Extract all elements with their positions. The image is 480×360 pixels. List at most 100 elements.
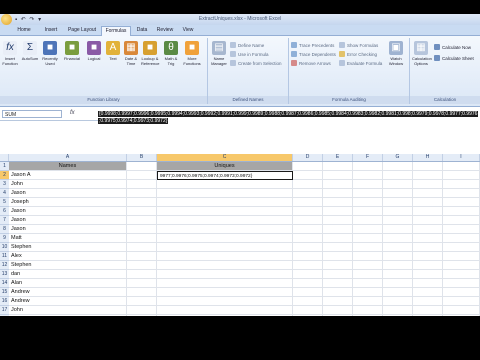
grid-cell[interactable] — [157, 279, 293, 288]
name-cell[interactable]: Stephen — [9, 261, 127, 270]
grid-cell[interactable] — [127, 234, 157, 243]
grid-cell[interactable] — [293, 162, 323, 171]
column-header-b[interactable]: B — [127, 154, 157, 161]
tab-page-layout[interactable]: Page Layout — [66, 26, 98, 35]
grid-cell[interactable] — [293, 261, 323, 270]
grid-cell[interactable] — [443, 315, 480, 316]
grid-cell[interactable] — [157, 234, 293, 243]
grid-cell[interactable] — [413, 162, 443, 171]
grid-cell[interactable] — [353, 288, 383, 297]
grid-cell[interactable] — [127, 252, 157, 261]
grid-cell[interactable] — [127, 189, 157, 198]
tab-data[interactable]: Data — [133, 26, 151, 35]
grid-cell[interactable] — [383, 288, 413, 297]
grid-cell[interactable] — [413, 171, 443, 180]
name-cell[interactable]: Jason — [9, 216, 127, 225]
row-header[interactable]: 6 — [0, 207, 9, 216]
grid-cell[interactable] — [383, 162, 413, 171]
grid-cell[interactable] — [383, 252, 413, 261]
name-cell[interactable]: Andrew — [9, 297, 127, 306]
grid-cell[interactable] — [413, 288, 443, 297]
grid-cell[interactable] — [323, 270, 353, 279]
row-header[interactable]: 18 — [0, 315, 9, 316]
select-all-corner[interactable] — [0, 154, 9, 161]
grid-cell[interactable] — [413, 216, 443, 225]
grid-cell[interactable] — [293, 306, 323, 315]
name-cell[interactable]: Stephen — [9, 243, 127, 252]
grid-cell[interactable] — [443, 243, 480, 252]
grid-cell[interactable] — [157, 270, 293, 279]
tab-review[interactable]: Review — [154, 26, 176, 35]
row-header[interactable]: 4 — [0, 189, 9, 198]
column-header-c[interactable]: C — [157, 154, 293, 161]
grid-cell[interactable] — [323, 315, 353, 316]
row-header[interactable]: 7 — [0, 216, 9, 225]
row-header[interactable]: 1 — [0, 162, 9, 171]
name-cell[interactable]: Jason A — [9, 171, 127, 180]
tab-home[interactable]: Home — [14, 26, 34, 35]
grid-cell[interactable] — [127, 270, 157, 279]
active-cell-c2[interactable]: 9977;0.9976;0.9975;0.9974;0.9973;0.9972} — [157, 171, 293, 180]
grid-cell[interactable] — [413, 315, 443, 316]
tab-formulas[interactable]: Formulas — [101, 26, 131, 36]
grid-cell[interactable] — [383, 216, 413, 225]
grid-cell[interactable] — [443, 252, 480, 261]
grid-cell[interactable] — [413, 189, 443, 198]
grid-cell[interactable] — [443, 297, 480, 306]
grid-cell[interactable] — [127, 288, 157, 297]
grid-cell[interactable] — [293, 252, 323, 261]
name-cell[interactable]: John — [9, 180, 127, 189]
grid-cell[interactable] — [323, 288, 353, 297]
grid-cell[interactable] — [353, 297, 383, 306]
grid-cell[interactable] — [443, 225, 480, 234]
grid-cell[interactable] — [323, 189, 353, 198]
grid-cell[interactable] — [353, 225, 383, 234]
row-header[interactable]: 12 — [0, 261, 9, 270]
error-checking-button[interactable]: Error Checking — [339, 51, 377, 59]
grid-cell[interactable] — [353, 315, 383, 316]
fx-icon[interactable]: fx — [70, 110, 75, 116]
grid-cell[interactable] — [127, 216, 157, 225]
trace-dependents-button[interactable]: Trace Dependents — [291, 51, 336, 59]
column-header-e[interactable]: E — [323, 154, 353, 161]
grid-cell[interactable] — [323, 234, 353, 243]
grid-cell[interactable] — [323, 180, 353, 189]
grid-cell[interactable] — [323, 198, 353, 207]
grid-cell[interactable] — [383, 189, 413, 198]
name-cell[interactable]: Matt — [9, 234, 127, 243]
name-cell[interactable] — [9, 315, 127, 316]
grid-cell[interactable] — [353, 306, 383, 315]
grid-cell[interactable] — [443, 189, 480, 198]
name-cell[interactable]: Alan — [9, 279, 127, 288]
create-from-selection-button[interactable]: Create from Selection — [230, 60, 282, 68]
name-cell[interactable]: Joseph — [9, 198, 127, 207]
grid-cell[interactable] — [353, 198, 383, 207]
grid-cell[interactable] — [157, 306, 293, 315]
grid-cell[interactable] — [323, 162, 353, 171]
grid-cell[interactable] — [443, 162, 480, 171]
show-formulas-button[interactable]: Show Formulas — [339, 42, 378, 50]
calculate-sheet-button[interactable]: Calculate Sheet — [434, 55, 474, 63]
row-header[interactable]: 2 — [0, 171, 9, 180]
grid-cell[interactable] — [383, 315, 413, 316]
grid-cell[interactable] — [157, 315, 293, 316]
grid-cell[interactable] — [413, 234, 443, 243]
grid-cell[interactable] — [157, 207, 293, 216]
grid-cell[interactable] — [323, 297, 353, 306]
row-header[interactable]: 16 — [0, 297, 9, 306]
column-header-h[interactable]: H — [413, 154, 443, 161]
grid-cell[interactable] — [293, 216, 323, 225]
tab-insert[interactable]: Insert — [40, 26, 62, 35]
grid-cell[interactable] — [413, 297, 443, 306]
date-time-button[interactable]: ▦ Date & Time — [122, 41, 140, 66]
grid-cell[interactable] — [383, 180, 413, 189]
column-header-i[interactable]: I — [443, 154, 480, 161]
grid-cell[interactable] — [293, 297, 323, 306]
grid-cell[interactable] — [323, 252, 353, 261]
name-manager-button[interactable]: ▤ Name Manager — [210, 41, 228, 66]
grid-cell[interactable] — [293, 171, 323, 180]
math-trig-button[interactable]: θ Math & Trig — [162, 41, 180, 66]
grid-cell[interactable] — [353, 180, 383, 189]
grid-cell[interactable] — [157, 288, 293, 297]
names-header-cell[interactable]: Names — [9, 162, 127, 171]
